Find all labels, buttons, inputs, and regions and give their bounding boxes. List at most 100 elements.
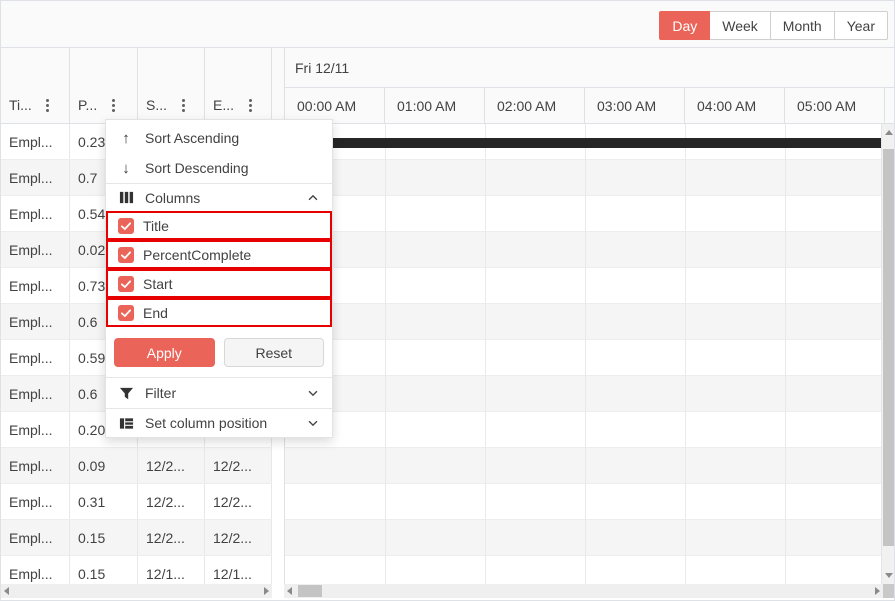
column-header-start[interactable]: S...: [138, 48, 205, 123]
grid-cell-title: Empl...: [1, 268, 70, 303]
timeline-gridline: [685, 124, 686, 584]
hour-header-cell: 00:00 AM: [285, 88, 385, 123]
grid-horizontal-scrollbar[interactable]: [1, 584, 272, 598]
timeline-gridline: [785, 124, 786, 584]
arrow-down-icon: ↓: [118, 160, 134, 177]
scroll-right-arrow-icon[interactable]: [875, 587, 880, 595]
column-header-label: S...: [146, 97, 167, 113]
kebab-menu-icon[interactable]: [177, 95, 189, 115]
timeline-row: [285, 448, 883, 484]
grid-cell-title: Empl...: [1, 520, 70, 555]
grid-cell-title: Empl...: [1, 412, 70, 447]
view-button-day[interactable]: Day: [659, 11, 710, 40]
menu-item-sort-ascending[interactable]: ↑ Sort Ascending: [106, 123, 332, 153]
task-row[interactable]: Empl...0.1512/1...12/1...: [1, 556, 272, 584]
scroll-down-arrow-icon[interactable]: [885, 573, 893, 578]
scroll-up-arrow-icon[interactable]: [885, 130, 893, 135]
kebab-menu-icon[interactable]: [42, 95, 54, 115]
grid-cell-percentcomplete: 0.15: [70, 520, 138, 555]
grid-cell-title: Empl...: [1, 556, 70, 584]
checkbox-checked-icon[interactable]: [118, 305, 134, 321]
column-checkbox-item-end[interactable]: End: [106, 298, 332, 327]
menu-item-filter[interactable]: Filter: [106, 378, 332, 408]
grid-cell-title: Empl...: [1, 196, 70, 231]
checkbox-checked-icon[interactable]: [118, 276, 134, 292]
menu-item-columns-expander[interactable]: Columns: [106, 183, 332, 211]
grid-cell-title: Empl...: [1, 232, 70, 267]
checkbox-checked-icon[interactable]: [118, 247, 134, 263]
timeline-row: [285, 340, 883, 376]
grid-cell-end: 12/2...: [205, 520, 272, 555]
timeline-horizontal-scrollbar[interactable]: [284, 584, 883, 598]
gantt-widget: DayWeekMonthYear Ti... P... S... E... Fri 1…: [0, 0, 895, 601]
vertical-scrollbar[interactable]: [881, 124, 894, 584]
column-header-title[interactable]: Ti...: [1, 48, 70, 123]
menu-button-row: Apply Reset: [106, 327, 332, 378]
timeline-row: [285, 304, 883, 340]
scroll-left-arrow-icon[interactable]: [4, 587, 9, 595]
kebab-menu-icon[interactable]: [244, 95, 256, 115]
checkbox-checked-icon[interactable]: [118, 218, 134, 234]
view-button-month[interactable]: Month: [771, 11, 835, 40]
reset-button[interactable]: Reset: [224, 338, 325, 367]
menu-item-label: Sort Descending: [145, 160, 249, 176]
task-row[interactable]: Empl...0.3112/2...12/2...: [1, 484, 272, 520]
scrollbar-corner: [883, 584, 895, 598]
checkbox-label: Start: [143, 276, 173, 292]
kebab-menu-icon[interactable]: [107, 95, 119, 115]
task-row[interactable]: Empl...0.1512/2...12/2...: [1, 520, 272, 556]
grid-cell-title: Empl...: [1, 124, 70, 159]
checkbox-label: Title: [143, 218, 169, 234]
view-button-week[interactable]: Week: [710, 11, 771, 40]
day-header-cell: Fri 12/11: [285, 48, 894, 88]
view-switcher: DayWeekMonthYear: [659, 11, 888, 40]
filter-funnel-icon: [118, 386, 134, 401]
menu-item-sort-descending[interactable]: ↓ Sort Descending: [106, 153, 332, 183]
checkbox-label: End: [143, 305, 168, 321]
grid-cell-end: 12/2...: [205, 484, 272, 519]
column-header-percentcomplete[interactable]: P...: [70, 48, 138, 123]
grid-cell-title: Empl...: [1, 484, 70, 519]
menu-item-label: Filter: [145, 385, 176, 401]
grid-cell-start: 12/2...: [138, 520, 205, 555]
scroll-left-arrow-icon[interactable]: [287, 587, 292, 595]
column-header-label: E...: [213, 97, 234, 113]
timeline-gridline: [585, 124, 586, 584]
hour-header-cell: 05:00 AM: [785, 88, 885, 123]
timeline-row: [285, 160, 883, 196]
summary-task-bar[interactable]: [285, 138, 882, 148]
column-header-end[interactable]: E...: [205, 48, 272, 123]
column-checkbox-item-percentcomplete[interactable]: PercentComplete: [106, 240, 332, 269]
grid-cell-percentcomplete: 0.15: [70, 556, 138, 584]
timeline-row: [285, 520, 883, 556]
menu-item-set-column-position[interactable]: Set column position: [106, 408, 332, 437]
arrow-up-icon: ↑: [118, 130, 134, 147]
grid-cell-percentcomplete: 0.09: [70, 448, 138, 483]
grid-cell-title: Empl...: [1, 160, 70, 195]
menu-item-label: Set column position: [145, 415, 267, 431]
grid-cell-end: 12/2...: [205, 448, 272, 483]
task-row[interactable]: Empl...0.0912/2...12/2...: [1, 448, 272, 484]
timeline-row: [285, 268, 883, 304]
grid-cell-title: Empl...: [1, 376, 70, 411]
column-header-label: Ti...: [9, 97, 32, 113]
horizontal-scroll-thumb[interactable]: [298, 585, 322, 597]
timeline-header: Fri 12/11 00:00 AM01:00 AM02:00 AM03:00 …: [284, 48, 894, 123]
apply-button[interactable]: Apply: [114, 338, 215, 367]
set-column-position-icon: [118, 416, 134, 431]
hour-header-cell: 01:00 AM: [385, 88, 485, 123]
grid-cell-start: 12/2...: [138, 448, 205, 483]
menu-item-label: Sort Ascending: [145, 130, 239, 146]
column-checkbox-item-title[interactable]: Title: [106, 211, 332, 240]
columns-icon: [118, 190, 134, 205]
hours-header-row: 00:00 AM01:00 AM02:00 AM03:00 AM04:00 AM…: [285, 88, 894, 123]
vertical-scroll-thumb[interactable]: [883, 149, 894, 546]
chevron-down-icon: [306, 416, 320, 430]
column-checkbox-item-start[interactable]: Start: [106, 269, 332, 298]
scroll-right-arrow-icon[interactable]: [264, 587, 269, 595]
chevron-up-icon: [306, 191, 320, 205]
view-button-year[interactable]: Year: [835, 11, 888, 40]
menu-item-label: Columns: [145, 190, 200, 206]
timeline-row: [285, 412, 883, 448]
day-label: Fri 12/11: [295, 60, 349, 76]
